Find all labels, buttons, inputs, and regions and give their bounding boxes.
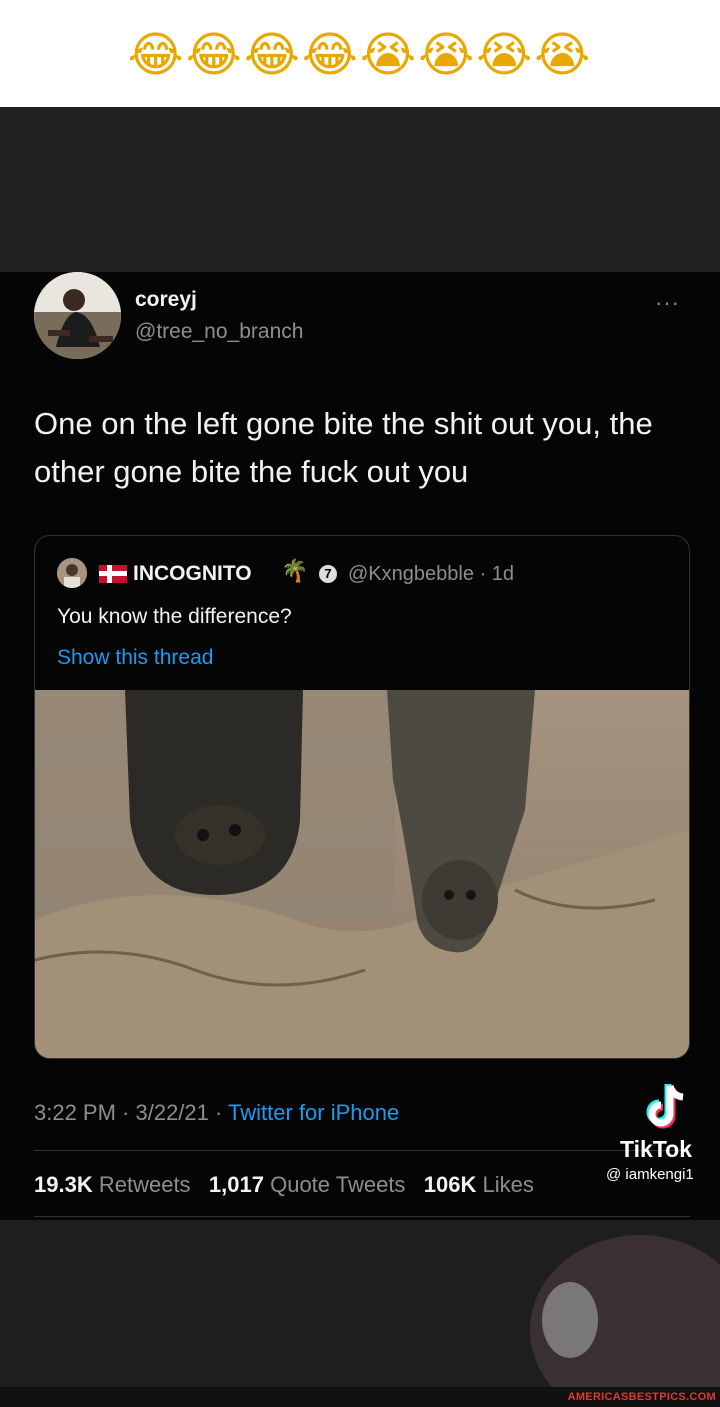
show-thread-link[interactable]: Show this thread xyxy=(57,646,213,670)
tiktok-wordmark: TikTok xyxy=(620,1136,692,1162)
tweet-source-link[interactable]: Twitter for iPhone xyxy=(228,1100,399,1125)
palm-tree-icon: 🌴 xyxy=(281,558,309,583)
quotes-label: Quote Tweets xyxy=(270,1172,406,1197)
tweet-time: 3:22 PM · 3/22/21 · xyxy=(34,1100,229,1125)
quoted-display-name[interactable]: INCOGNITO xyxy=(133,562,252,586)
tiktok-username: @ iamkengi1 xyxy=(606,1166,694,1183)
quoted-handle-time[interactable]: @Kxngbebble · 1d xyxy=(348,563,514,586)
tweet-text: One on the left gone bite the shit out y… xyxy=(34,406,653,489)
divider xyxy=(34,1216,690,1217)
tweet-timestamp: 3:22 PM · 3/22/21 · Twitter for iPhone xyxy=(34,1100,399,1126)
emoji-caption: 😂😂😂😂😭😭😭😭 xyxy=(127,27,593,83)
blurred-hand-image xyxy=(530,1235,720,1387)
user-avatar[interactable] xyxy=(34,272,121,359)
more-options-icon[interactable]: ··· xyxy=(655,290,680,316)
norway-flag-icon xyxy=(99,565,127,583)
divider xyxy=(34,1150,690,1151)
display-name[interactable]: coreyj xyxy=(135,288,197,312)
likes-count: 106K xyxy=(423,1172,477,1197)
tiktok-logo-icon xyxy=(640,1080,692,1132)
badge-icon: 7 xyxy=(319,565,337,583)
user-handle[interactable]: @tree_no_branch xyxy=(135,320,303,344)
site-watermark[interactable]: AMERICASBESTPICS.COM xyxy=(568,1391,716,1403)
retweets-stat[interactable]: 19.3K Retweets xyxy=(34,1172,191,1197)
retweets-count: 19.3K xyxy=(34,1172,93,1197)
alligator-crocodile-image xyxy=(35,690,689,1058)
video-top-region xyxy=(0,107,720,272)
tweet-stats: 19.3K Retweets 1,017 Quote Tweets 106K L… xyxy=(34,1172,534,1198)
retweets-label: Retweets xyxy=(98,1172,191,1197)
likes-stat[interactable]: 106K Likes xyxy=(424,1172,534,1197)
quote-tweets-stat[interactable]: 1,017 Quote Tweets xyxy=(209,1172,406,1197)
video-bottom-region xyxy=(0,1220,720,1387)
post-caption-area: 😂😂😂😂😭😭😭😭 xyxy=(0,0,720,107)
avatar-photo xyxy=(34,272,121,359)
quoted-avatar-photo xyxy=(57,558,87,588)
alligator-crocodile-photo[interactable] xyxy=(35,690,689,1058)
quoted-tweet-text: You know the difference? xyxy=(57,605,292,628)
quoted-tweet-card[interactable]: INCOGNITO 🌴 7 @Kxngbebble · 1d You know … xyxy=(34,535,690,1059)
quoted-user-avatar[interactable] xyxy=(57,558,87,588)
quotes-count: 1,017 xyxy=(208,1172,264,1197)
likes-label: Likes xyxy=(482,1172,534,1197)
